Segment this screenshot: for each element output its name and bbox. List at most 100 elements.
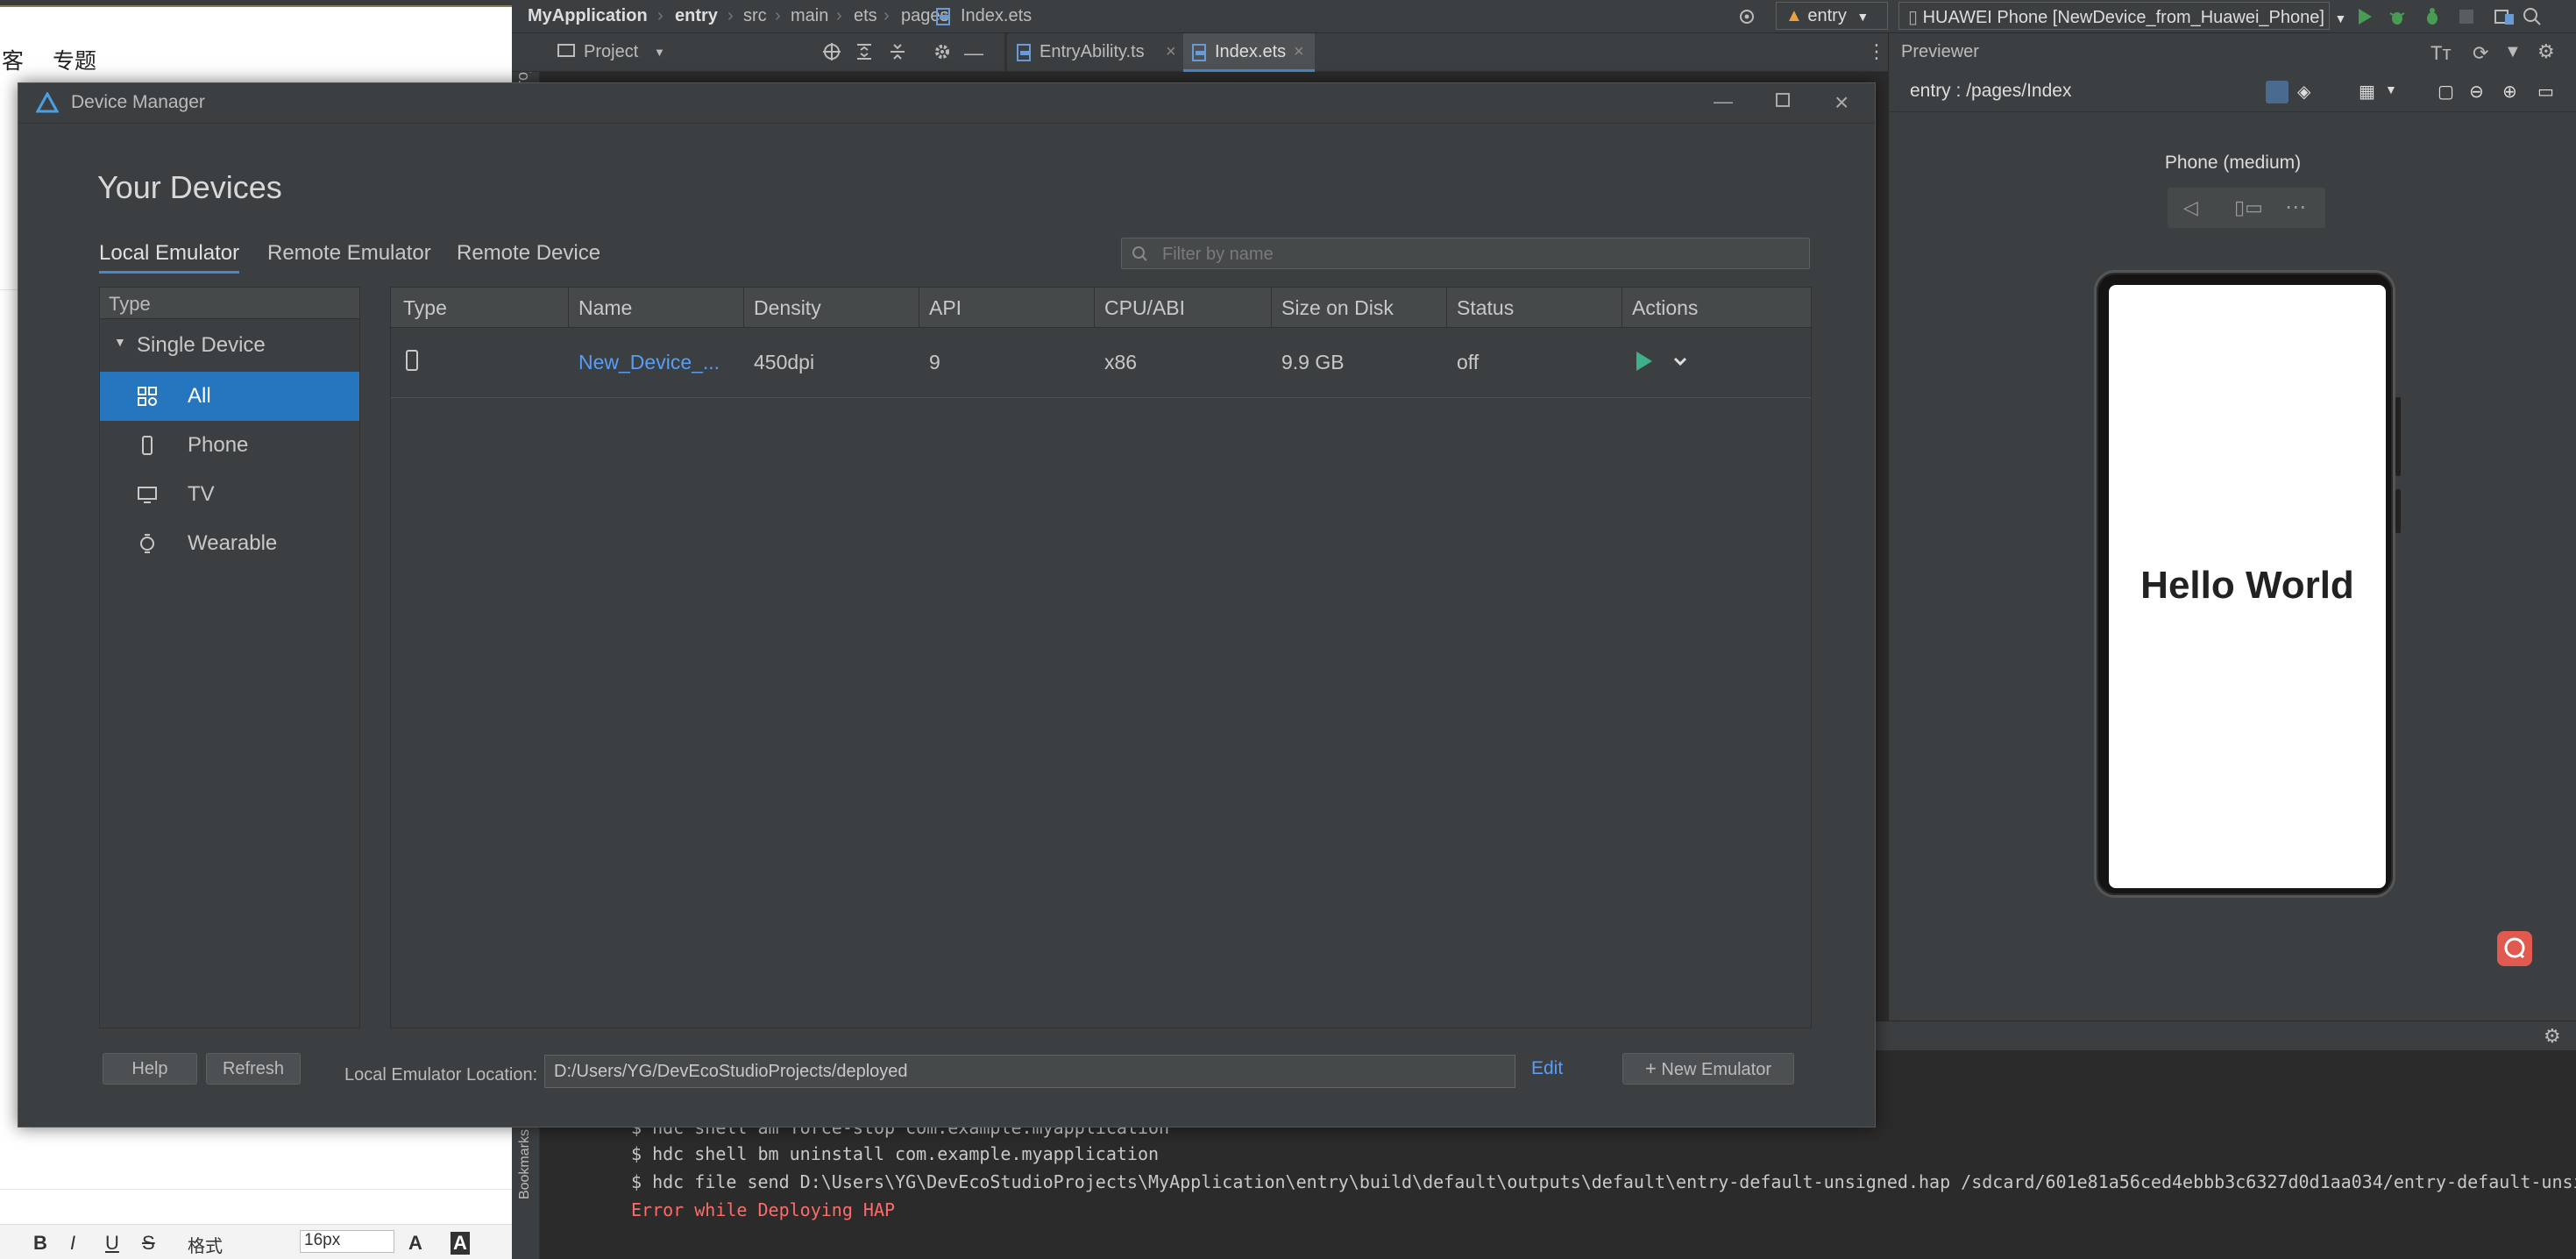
help-button[interactable]: Help [103,1053,197,1085]
run-icon[interactable] [2356,7,2374,26]
underline-button[interactable]: U [105,1232,119,1255]
column-header[interactable]: Name [578,296,632,320]
breadcrumb-module[interactable]: entry [675,6,718,26]
phone-icon: ▯ [1908,8,1919,27]
type-item-all[interactable]: All [100,372,359,421]
minimize-icon[interactable]: — [1714,90,1733,113]
bg-color-button[interactable]: A [451,1232,470,1255]
font-color-button[interactable]: A [408,1232,422,1255]
close-icon[interactable]: × [1294,42,1304,62]
gear-icon[interactable]: ⚙ [2537,40,2555,63]
module-select[interactable]: ▲ entry ▼ [1776,2,1888,30]
restore-icon[interactable]: ▭ [2537,81,2554,103]
nav-link-topics[interactable]: 专题 [53,44,96,75]
tab-remote-device[interactable]: Remote Device [457,241,600,266]
device-manager-dialog: Device Manager — × Your Devices Local Em… [18,82,1876,1127]
bold-button[interactable]: B [33,1232,47,1255]
device-select-value: HUAWEI Phone [NewDevice_from_Huawei_Phon… [1922,8,2324,27]
tab-index[interactable]: Index.ets × [1183,33,1315,72]
type-item-label: TV [188,482,215,506]
run-device-icon[interactable] [1634,349,1655,373]
dialog-titlebar[interactable]: Device Manager — × [18,83,1875,124]
group-single-device[interactable]: ▼ Single Device [100,326,359,366]
profile-icon[interactable] [2423,6,2442,27]
breadcrumb-file[interactable]: Index.ets [961,6,1032,26]
emulator-location-input[interactable] [544,1055,1515,1088]
ide-navbar: MyApplication › entry › src › main › ets… [512,0,2576,33]
breadcrumb-ets[interactable]: ets [854,6,877,26]
assistant-icon[interactable] [2497,931,2532,966]
close-icon[interactable]: × [1834,89,1849,117]
font-size-icon[interactable]: Tт [2431,42,2452,65]
fit-icon[interactable]: ▢ [2438,81,2454,103]
stop-icon[interactable] [2458,8,2475,25]
deveco-logo-icon [36,92,59,113]
layers-icon[interactable]: ◈ [2297,81,2310,103]
format-select[interactable]: 格式 [188,1232,223,1257]
grid-icon[interactable]: ▦ [2359,81,2375,103]
chevron-down-icon[interactable]: ▼ [2385,82,2397,96]
nav-link-1[interactable]: 客 [2,44,24,75]
device-name-link[interactable]: New_Device_... [578,351,720,374]
tab-entryability[interactable]: EntryAbility.ts × [1008,33,1183,72]
back-icon[interactable]: ◁ [2183,196,2198,219]
inspector-icon[interactable] [2266,81,2289,103]
maximize-icon[interactable] [1775,92,1791,108]
device-manager-icon[interactable] [2494,7,2516,26]
breadcrumb-src[interactable]: src [743,6,767,26]
rotate-icon[interactable]: ▯▭ [2234,196,2263,219]
hide-icon[interactable]: — [964,42,983,65]
tab-remote-emulator[interactable]: Remote Emulator [267,241,431,266]
tab-local-emulator[interactable]: Local Emulator [99,241,240,274]
gear-icon[interactable] [933,42,952,61]
table-row[interactable]: New_Device_... 450dpi 9 x86 9.9 GB off [391,328,1811,398]
target-icon[interactable] [1737,7,1756,26]
italic-button[interactable]: I [70,1232,75,1255]
type-item-wearable[interactable]: Wearable [100,519,359,568]
chevron-down-icon[interactable] [1671,349,1690,373]
refresh-button[interactable]: Refresh [206,1053,301,1085]
strike-button[interactable]: S [142,1232,155,1255]
device-select[interactable]: ▯ HUAWEI Phone [NewDevice_from_Huawei_Ph… [1898,2,2346,30]
phone-screen[interactable]: Hello World [2109,285,2386,888]
filter-icon[interactable]: ▼ [2504,42,2522,62]
column-header[interactable]: Type [403,296,447,320]
ets-file-icon [936,8,952,25]
column-header[interactable]: Status [1457,296,1514,320]
zoom-out-icon[interactable]: ⊖ [2469,81,2484,103]
tab-label: EntryAbility.ts [1040,42,1145,61]
locate-icon[interactable] [822,42,841,61]
edit-link[interactable]: Edit [1531,1058,1563,1079]
debug-icon[interactable] [2388,6,2407,27]
expand-all-icon[interactable] [855,42,873,61]
close-icon[interactable]: × [1166,42,1176,62]
previewer-device-controls: ◁ ▯▭ ⋯ [2168,188,2325,228]
breadcrumb-project[interactable]: MyApplication [528,6,648,26]
chevron-down-icon[interactable]: ▼ [654,46,665,59]
filter-input[interactable] [1160,242,1795,267]
breadcrumb-main[interactable]: main [791,6,828,26]
column-header[interactable]: Density [754,296,821,320]
zoom-in-icon[interactable]: ⊕ [2502,81,2517,103]
more-icon[interactable]: ⋯ [2285,195,2306,220]
project-view-select[interactable]: Project [584,42,638,62]
column-header[interactable]: CPU/ABI [1104,296,1185,320]
type-item-label: Phone [188,433,249,457]
gear-icon[interactable]: ⚙ [2544,1025,2561,1048]
type-item-tv[interactable]: TV [100,470,359,519]
browser-topbar [0,0,512,7]
type-item-phone[interactable]: Phone [100,421,359,470]
font-size-select[interactable]: 16px [300,1230,394,1253]
refresh-icon[interactable]: ⟳ [2473,42,2488,65]
column-header[interactable]: Size on Disk [1281,296,1394,320]
new-emulator-button[interactable]: + New Emulator [1622,1053,1794,1085]
column-header[interactable]: API [929,296,962,320]
tv-icon [137,484,158,505]
previewer-panel: Previewer Tт ⟳ ▼ ⚙ entry : /pages/Index … [1888,33,2576,1021]
collapse-all-icon[interactable] [889,42,906,61]
more-icon[interactable]: ⋮ [1867,40,1886,63]
column-header[interactable]: Actions [1632,296,1698,320]
bookmarks-tab[interactable]: Bookmarks [517,1129,533,1199]
watch-icon [137,533,158,554]
search-icon[interactable] [2523,7,2542,26]
